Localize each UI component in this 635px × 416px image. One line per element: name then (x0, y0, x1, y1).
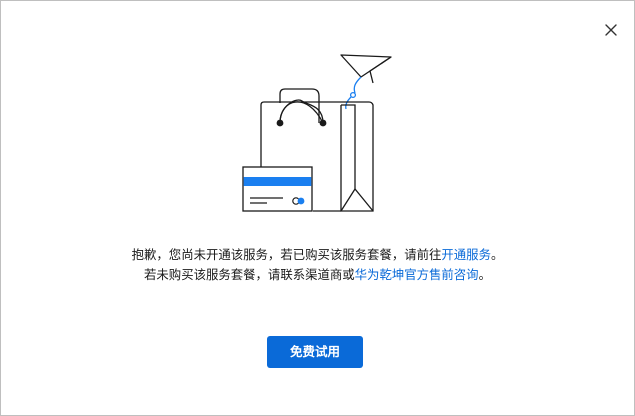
shopping-illustration (237, 49, 399, 217)
service-message: 抱歉，您尚未开通该服务，若已购买该服务套餐，请前往开通服务。 若未购买该服务套餐… (1, 245, 634, 285)
message-line-1-text: 抱歉，您尚未开通该服务，若已购买该服务套餐，请前往 (131, 247, 442, 262)
close-button[interactable] (601, 20, 621, 40)
presales-consult-link[interactable]: 华为乾坤官方售前咨询 (355, 267, 479, 282)
message-line-1: 抱歉，您尚未开通该服务，若已购买该服务套餐，请前往开通服务。 (1, 245, 634, 265)
service-not-activated-dialog: 抱歉，您尚未开通该服务，若已购买该服务套餐，请前往开通服务。 若未购买该服务套餐… (0, 0, 635, 416)
message-line-2: 若未购买该服务套餐，请联系渠道商或华为乾坤官方售前咨询。 (1, 265, 634, 285)
message-line-2-text: 若未购买该服务套餐，请联系渠道商或 (144, 267, 355, 282)
message-line-1-end: 。 (490, 247, 504, 262)
shopping-bag-icon (242, 54, 392, 212)
close-icon (605, 24, 617, 36)
free-trial-button[interactable]: 免费试用 (267, 336, 363, 368)
message-line-2-end: 。 (478, 267, 491, 282)
activate-service-link[interactable]: 开通服务 (441, 247, 491, 262)
